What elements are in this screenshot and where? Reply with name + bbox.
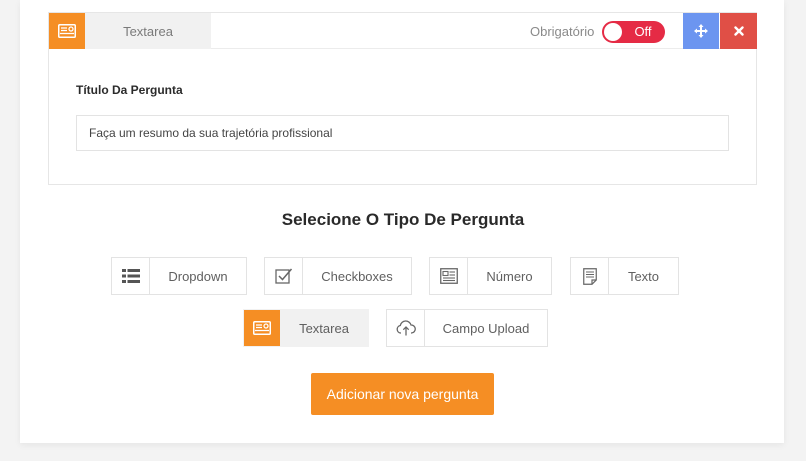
move-icon bbox=[694, 24, 708, 38]
question-type-tab: Textarea bbox=[85, 13, 211, 49]
question-card: Textarea Obrigatório Off Título Da Pergu… bbox=[48, 12, 757, 185]
required-label: Obrigatório bbox=[530, 24, 595, 39]
type-button-dropdown[interactable]: Dropdown bbox=[111, 257, 247, 295]
type-button-textarea[interactable]: Textarea bbox=[243, 309, 369, 347]
question-title-label: Título Da Pergunta bbox=[76, 83, 183, 97]
required-toggle[interactable]: Off bbox=[602, 21, 665, 43]
number-icon bbox=[430, 258, 468, 294]
move-button[interactable] bbox=[683, 13, 719, 49]
type-button-numero[interactable]: Número bbox=[429, 257, 552, 295]
question-header: Textarea Obrigatório Off bbox=[49, 13, 757, 49]
question-title-input[interactable] bbox=[76, 115, 729, 151]
delete-button[interactable] bbox=[720, 13, 757, 49]
type-button-label: Textarea bbox=[280, 310, 368, 346]
type-button-label: Campo Upload bbox=[442, 320, 530, 336]
add-question-button[interactable]: Adicionar nova pergunta bbox=[311, 373, 494, 415]
list-icon bbox=[112, 258, 150, 294]
textarea-icon bbox=[244, 310, 280, 346]
textarea-icon bbox=[49, 13, 85, 49]
checkbox-icon bbox=[265, 258, 303, 294]
type-button-campo-upload[interactable]: Campo Upload bbox=[386, 309, 548, 347]
toggle-state-label: Off bbox=[634, 24, 652, 39]
type-button-texto[interactable]: Texto bbox=[570, 257, 679, 295]
type-button-label: Checkboxes bbox=[321, 268, 393, 284]
cloud-upload-icon bbox=[387, 310, 425, 346]
type-button-label: Texto bbox=[627, 268, 660, 284]
toggle-knob bbox=[604, 23, 622, 41]
document-icon bbox=[571, 258, 609, 294]
close-icon bbox=[733, 26, 744, 36]
type-button-label: Dropdown bbox=[168, 268, 228, 284]
type-button-label: Número bbox=[486, 268, 533, 284]
type-button-checkboxes[interactable]: Checkboxes bbox=[264, 257, 412, 295]
section-title: Selecione O Tipo De Pergunta bbox=[281, 210, 525, 229]
